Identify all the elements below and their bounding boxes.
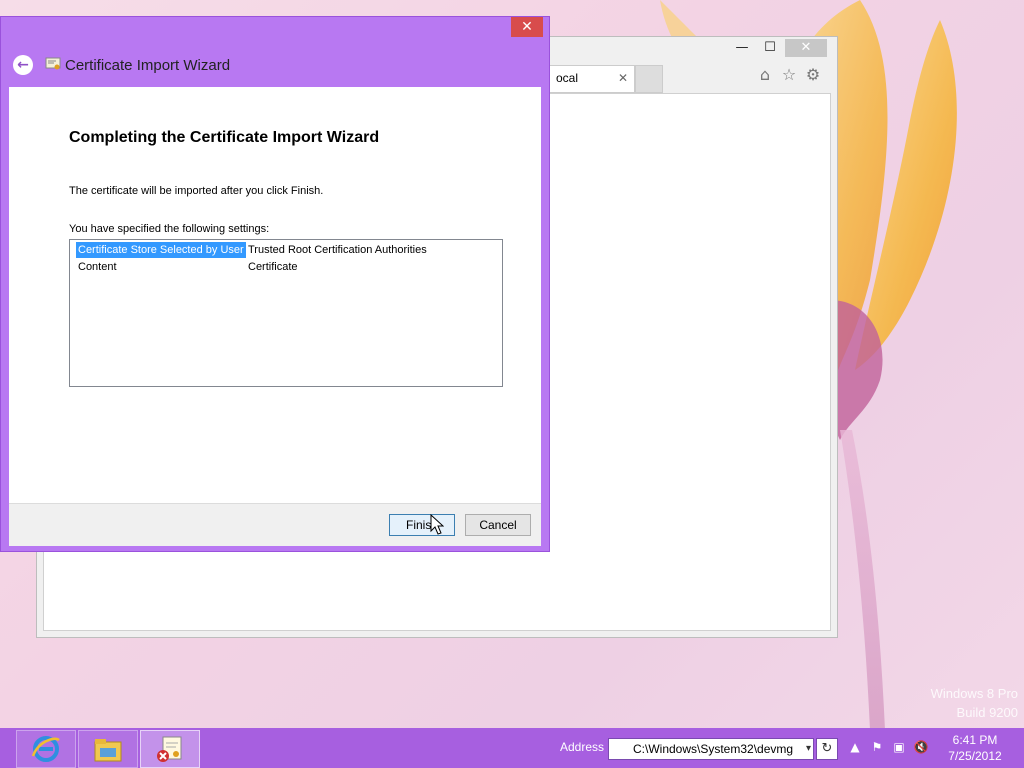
wizard-body: Completing the Certificate Import Wizard… (9, 87, 541, 503)
wizard-close-button[interactable]: ✕ (511, 17, 543, 37)
maximize-button[interactable]: ☐ (757, 39, 783, 57)
finish-button[interactable]: Finish (389, 514, 455, 536)
gear-icon[interactable]: ⚙ (801, 65, 825, 84)
wizard-title: Certificate Import Wizard (65, 57, 231, 74)
setting-value: Certificate (248, 261, 298, 273)
taskbar-internet-explorer[interactable] (16, 730, 76, 768)
certificate-icon (45, 57, 61, 70)
mouse-cursor-icon (430, 514, 444, 535)
tab-close-icon[interactable]: ✕ (618, 71, 628, 85)
close-button[interactable]: ✕ (785, 39, 827, 57)
address-value: C:\Windows\System32\devmg (633, 742, 794, 756)
watermark-build: Build 9200 (956, 705, 1018, 720)
taskbar-file-explorer[interactable] (78, 730, 138, 768)
internet-explorer-icon (31, 736, 60, 762)
wizard-footer: Finish Cancel (9, 503, 541, 546)
back-arrow-icon[interactable]: ← (13, 55, 33, 75)
browser-tab[interactable]: ocal ✕ (547, 65, 635, 93)
setting-key: Content (78, 261, 117, 273)
certificate-wizard-icon (157, 736, 182, 762)
page-title: Completing the Certificate Import Wizard (69, 129, 380, 146)
list-item[interactable]: Certificate Store Selected by User Trust… (76, 242, 496, 258)
windows-watermark: Windows 8 Pro Build 9200 (931, 684, 1018, 722)
clock-date: 7/25/2012 (948, 749, 1002, 763)
file-explorer-icon (94, 739, 122, 762)
taskbar: Address C:\Windows\System32\devmg ▾ ↻ ▲ ⚑… (0, 728, 1024, 768)
taskbar-certificate-wizard[interactable] (140, 730, 200, 768)
watermark-edition: Windows 8 Pro (930, 686, 1018, 701)
chevron-down-icon[interactable]: ▾ (806, 739, 811, 759)
info-text: The certificate will be imported after y… (69, 185, 324, 197)
home-icon[interactable]: ⌂ (753, 65, 777, 84)
network-icon[interactable]: ▣ (888, 740, 910, 754)
certificate-import-wizard: ✕ ← Certificate Import Wizard Completing… (0, 16, 550, 552)
system-tray: ▲ ⚑ ▣ 🔇 (844, 740, 932, 754)
setting-value: Trusted Root Certification Authorities (248, 244, 427, 256)
address-label: Address (560, 740, 605, 754)
address-input[interactable]: C:\Windows\System32\devmg ▾ (608, 738, 814, 760)
setting-key: Certificate Store Selected by User (76, 242, 246, 258)
show-hidden-icons-icon[interactable]: ▲ (844, 740, 866, 754)
taskbar-clock[interactable]: 6:41 PM 7/25/2012 (940, 732, 1010, 764)
volume-muted-icon[interactable]: 🔇 (910, 740, 932, 754)
action-center-flag-icon[interactable]: ⚑ (866, 740, 888, 754)
clock-time: 6:41 PM (952, 733, 998, 747)
new-tab-button[interactable] (635, 65, 663, 93)
refresh-icon[interactable]: ↻ (816, 738, 838, 760)
tab-title: ocal (556, 71, 579, 85)
star-icon[interactable]: ☆ (777, 65, 801, 84)
settings-label: You have specified the following setting… (69, 223, 270, 235)
cancel-button[interactable]: Cancel (465, 514, 531, 536)
minimize-button[interactable]: — (729, 39, 755, 57)
browser-toolbar-icons: ⌂ ☆ ⚙ (753, 65, 833, 87)
list-item[interactable]: Content Certificate (76, 259, 496, 275)
settings-list[interactable]: Certificate Store Selected by User Trust… (69, 239, 503, 387)
